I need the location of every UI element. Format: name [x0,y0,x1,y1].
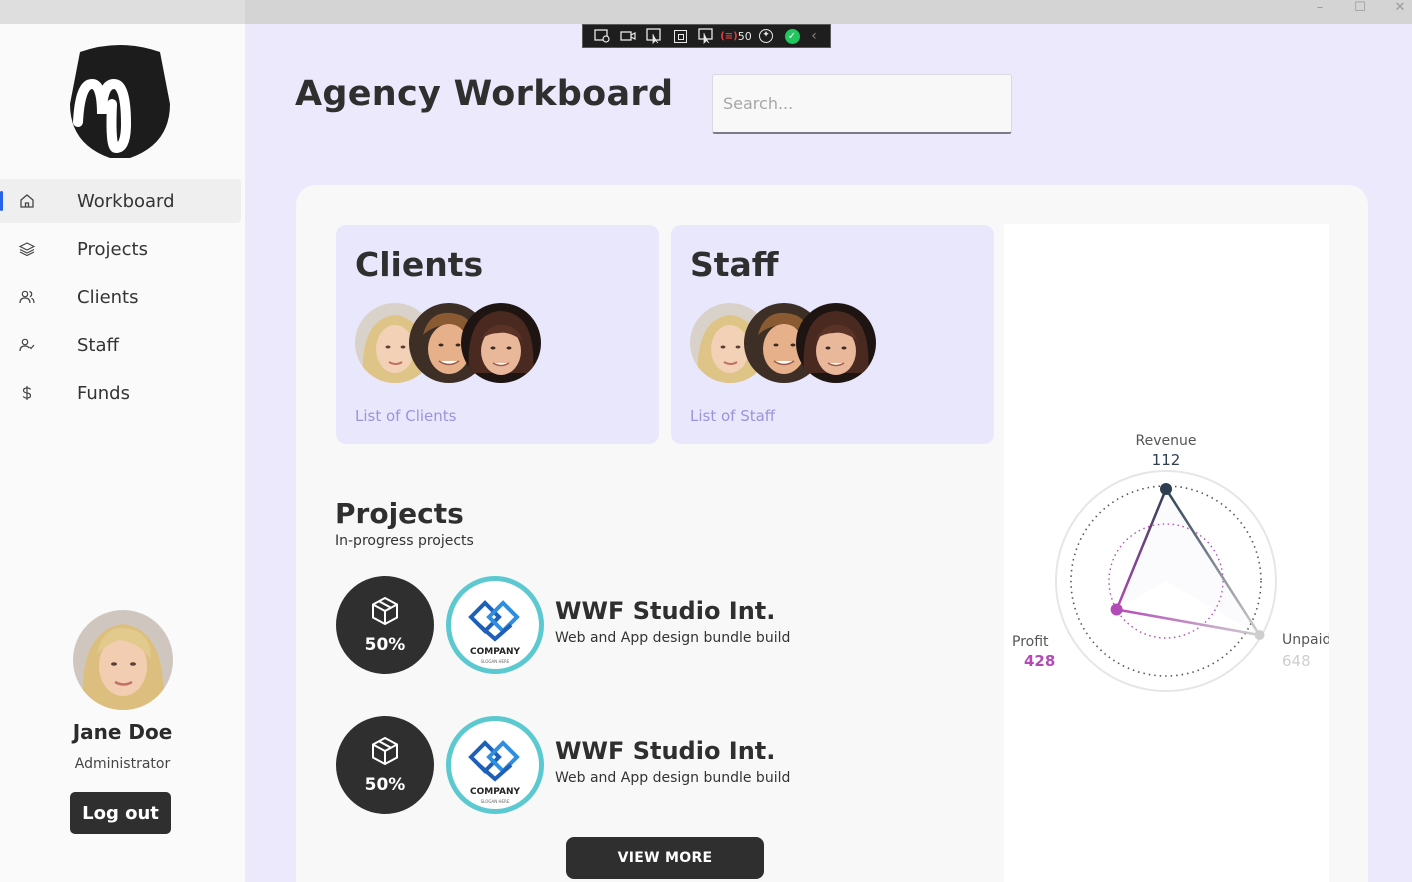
frame-rate-counter[interactable]: (≡) 50 [719,25,753,47]
select-element-icon[interactable] [641,25,667,47]
axis-label-revenue: Revenue [1136,433,1197,449]
progress-value: 50% [364,775,406,795]
live-visual-tree-icon[interactable] [589,25,615,47]
maximize-button[interactable]: ☐ [1340,0,1380,24]
sidebar-item-label: Projects [77,238,148,260]
projects-subtitle: In-progress projects [335,533,474,549]
card-title: Staff [690,245,779,284]
profile-name: Jane Doe [72,720,173,744]
cube-icon [372,736,398,766]
project-description: Web and App design bundle build [555,770,791,786]
radar-point-unpaid [1254,630,1265,640]
list-of-staff-link[interactable]: List of Staff [690,407,775,425]
project-name: WWF Studio Int. [555,597,776,625]
project-row[interactable]: 50% COMPANY SLOGAN HERE WWF Studio Int. … [336,716,936,816]
users-icon [19,290,35,304]
project-description: Web and App design bundle build [555,630,791,646]
sidebar-item-label: Staff [77,334,119,356]
app-logo [70,44,170,158]
axis-value-unpaid: 648 [1282,652,1311,670]
page-title: Agency Workboard [295,74,674,114]
avatar [72,610,173,710]
progress-value: 50% [364,635,406,655]
clients-card[interactable]: Clients List of Clients [336,225,659,444]
project-name: WWF Studio Int. [555,737,776,765]
radar-point-profit [1110,603,1123,616]
logout-button[interactable]: Log out [70,792,171,834]
titlebar-left-strip [0,0,245,24]
sidebar: Workboard Projects Clients Staff Funds J… [0,24,245,882]
close-button[interactable]: ✕ [1380,0,1412,24]
user-profile: Jane Doe Administrator Log out [0,610,245,834]
sidebar-item-funds[interactable]: Funds [0,371,241,415]
axis-label-profit: Profit [1012,634,1049,650]
minimize-button[interactable]: – [1300,0,1340,24]
axis-value-revenue: 112 [1152,451,1181,469]
project-row[interactable]: 50% COMPANY SLOGAN HERE WWF Studio Int. … [336,576,936,676]
sidebar-item-clients[interactable]: Clients [0,275,241,319]
dollar-icon [22,386,32,400]
debug-toolbar: (≡) 50 ✦ ✓ ‹ [582,24,831,48]
radar-chart: Revenue 112 Profit 428 Unpaid 648 [1012,433,1329,692]
layers-icon [19,242,35,257]
company-logo: COMPANY SLOGAN HERE [446,716,544,814]
avatar-group [690,303,880,385]
company-logo-slogan: SLOGAN HERE [481,659,510,664]
sidebar-nav: Workboard Projects Clients Staff Funds [0,179,245,419]
profile-role: Administrator [74,756,171,772]
home-icon [20,194,34,208]
cube-icon [372,596,398,626]
company-logo-slogan: SLOGAN HERE [481,799,510,804]
avatar-group [355,303,545,385]
view-more-button[interactable]: VIEW MORE [566,837,764,879]
company-logo-text: COMPANY [470,787,520,797]
user-check-icon [19,338,35,352]
layout-adorner-icon[interactable] [667,25,693,47]
track-focus-icon[interactable] [693,25,719,47]
check-ok-icon[interactable]: ✓ [779,25,805,47]
accessibility-icon[interactable]: ✦ [753,25,779,47]
sidebar-item-label: Funds [77,382,130,404]
radar-point-revenue [1160,483,1172,495]
radar-chart-container: Revenue 112 Profit 428 Unpaid 648 [1004,224,1329,882]
sidebar-item-label: Clients [77,286,139,308]
list-of-clients-link[interactable]: List of Clients [355,407,456,425]
sidebar-item-staff[interactable]: Staff [0,323,241,367]
projects-heading: Projects [335,497,464,530]
window-titlebar: – ☐ ✕ [0,0,1412,24]
sidebar-item-label: Workboard [77,190,175,212]
avatar [461,303,541,383]
company-logo-text: COMPANY [470,647,520,657]
sidebar-item-workboard[interactable]: Workboard [0,179,241,223]
project-progress-badge[interactable]: 50% [336,716,434,814]
avatar [796,303,876,383]
staff-card[interactable]: Staff List of Staff [671,225,994,444]
card-title: Clients [355,245,484,284]
axis-value-profit: 428 [1024,652,1055,670]
company-logo: COMPANY SLOGAN HERE [446,576,544,674]
sidebar-item-projects[interactable]: Projects [0,227,241,271]
search-input[interactable] [712,74,1012,134]
content-panel: Clients List of Clients Staff List of St… [296,185,1368,882]
axis-label-unpaid: Unpaid [1282,632,1329,648]
project-progress-badge[interactable]: 50% [336,576,434,674]
video-icon[interactable] [615,25,641,47]
chevron-left-icon[interactable]: ‹ [805,25,823,47]
